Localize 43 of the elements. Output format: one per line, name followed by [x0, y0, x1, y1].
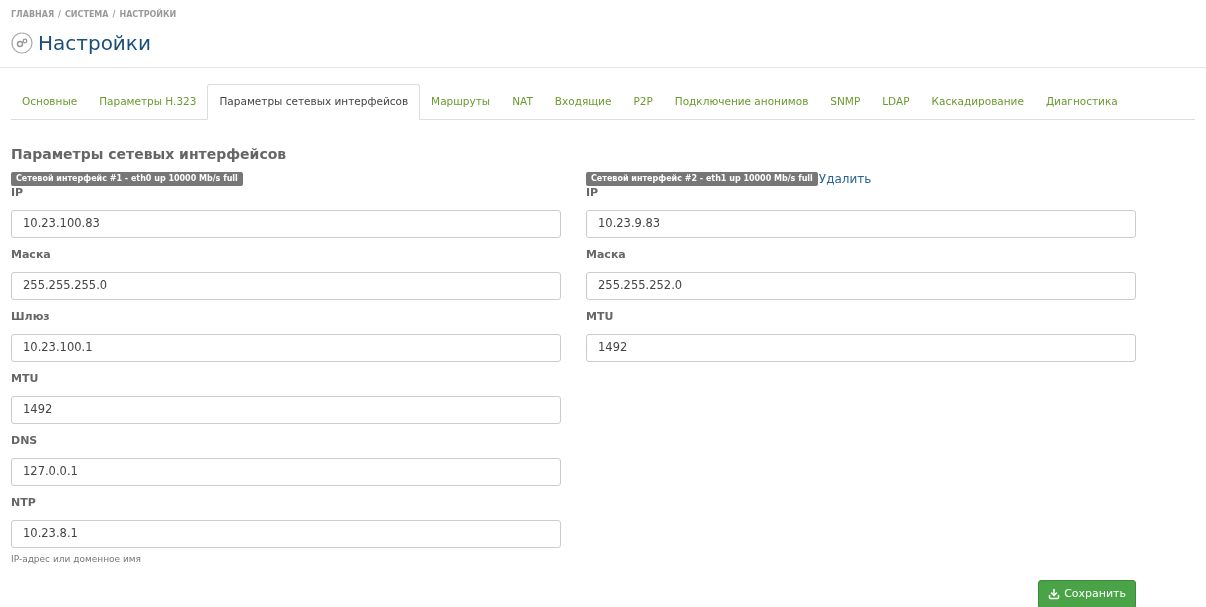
field-label: MTU [586, 310, 615, 324]
breadcrumb-link[interactable]: НАСТРОЙКИ [119, 9, 177, 21]
download-icon [1048, 588, 1061, 600]
tab[interactable]: Каскадирование [920, 84, 1035, 119]
breadcrumb-link[interactable]: СИСТЕМА [65, 9, 109, 21]
input-field[interactable]: 10.23.100.1 [11, 334, 561, 362]
tab[interactable]: Маршруты [420, 84, 502, 119]
tab[interactable]: Входящие [543, 84, 623, 119]
tab[interactable]: Диагностика [1034, 84, 1129, 119]
input-field[interactable]: 10.23.9.83 [586, 210, 1136, 238]
field-label: NTP [11, 496, 37, 510]
tab[interactable]: Параметры сетевых интерфейсов [207, 84, 421, 120]
tab[interactable]: NAT [501, 84, 544, 119]
field-label: DNS [11, 434, 39, 448]
breadcrumb-link[interactable]: ГЛАВНАЯ [11, 9, 55, 21]
save-button[interactable]: Сохранить [1038, 579, 1136, 607]
field-label: Маска [11, 248, 52, 262]
breadcrumb-separator: / [58, 9, 61, 21]
interface-badge: Сетевой интерфейс #2 - eth1 up 10000 Mb/s full [586, 172, 818, 186]
field-label: IP [11, 186, 25, 200]
tab[interactable]: P2P [622, 84, 664, 119]
tab[interactable]: Параметры H.323 [88, 84, 208, 119]
input-field[interactable]: 1492 [586, 334, 1136, 362]
delete-link[interactable]: Удалить [818, 170, 872, 188]
field-label: Шлюз [11, 310, 51, 324]
tab[interactable]: SNMP [819, 84, 872, 119]
input-field[interactable]: 127.0.0.1 [11, 458, 561, 486]
interface-badge: Сетевой интерфейс #1 - eth0 up 10000 Mb/s full [11, 172, 243, 186]
input-field[interactable]: 255.255.252.0 [586, 272, 1136, 300]
input-field[interactable]: 1492 [11, 396, 561, 424]
input-field[interactable]: 255.255.255.0 [11, 272, 561, 300]
page-title: Настройки [38, 30, 151, 57]
field-label: IP [586, 186, 600, 200]
tab[interactable]: Основные [11, 84, 89, 119]
tab[interactable]: Подключение анонимов [663, 84, 820, 119]
input-field[interactable]: 10.23.100.83 [11, 210, 561, 238]
field-label: Маска [586, 248, 627, 262]
tab[interactable]: LDAP [871, 84, 921, 119]
breadcrumb-separator: / [112, 9, 116, 21]
input-field[interactable]: 10.23.8.1 [11, 520, 561, 548]
section-title: Параметры сетевых интерфейсов [11, 145, 288, 164]
help-text: IP-адрес или доменное имя [11, 553, 143, 566]
field-label: MTU [11, 372, 40, 386]
